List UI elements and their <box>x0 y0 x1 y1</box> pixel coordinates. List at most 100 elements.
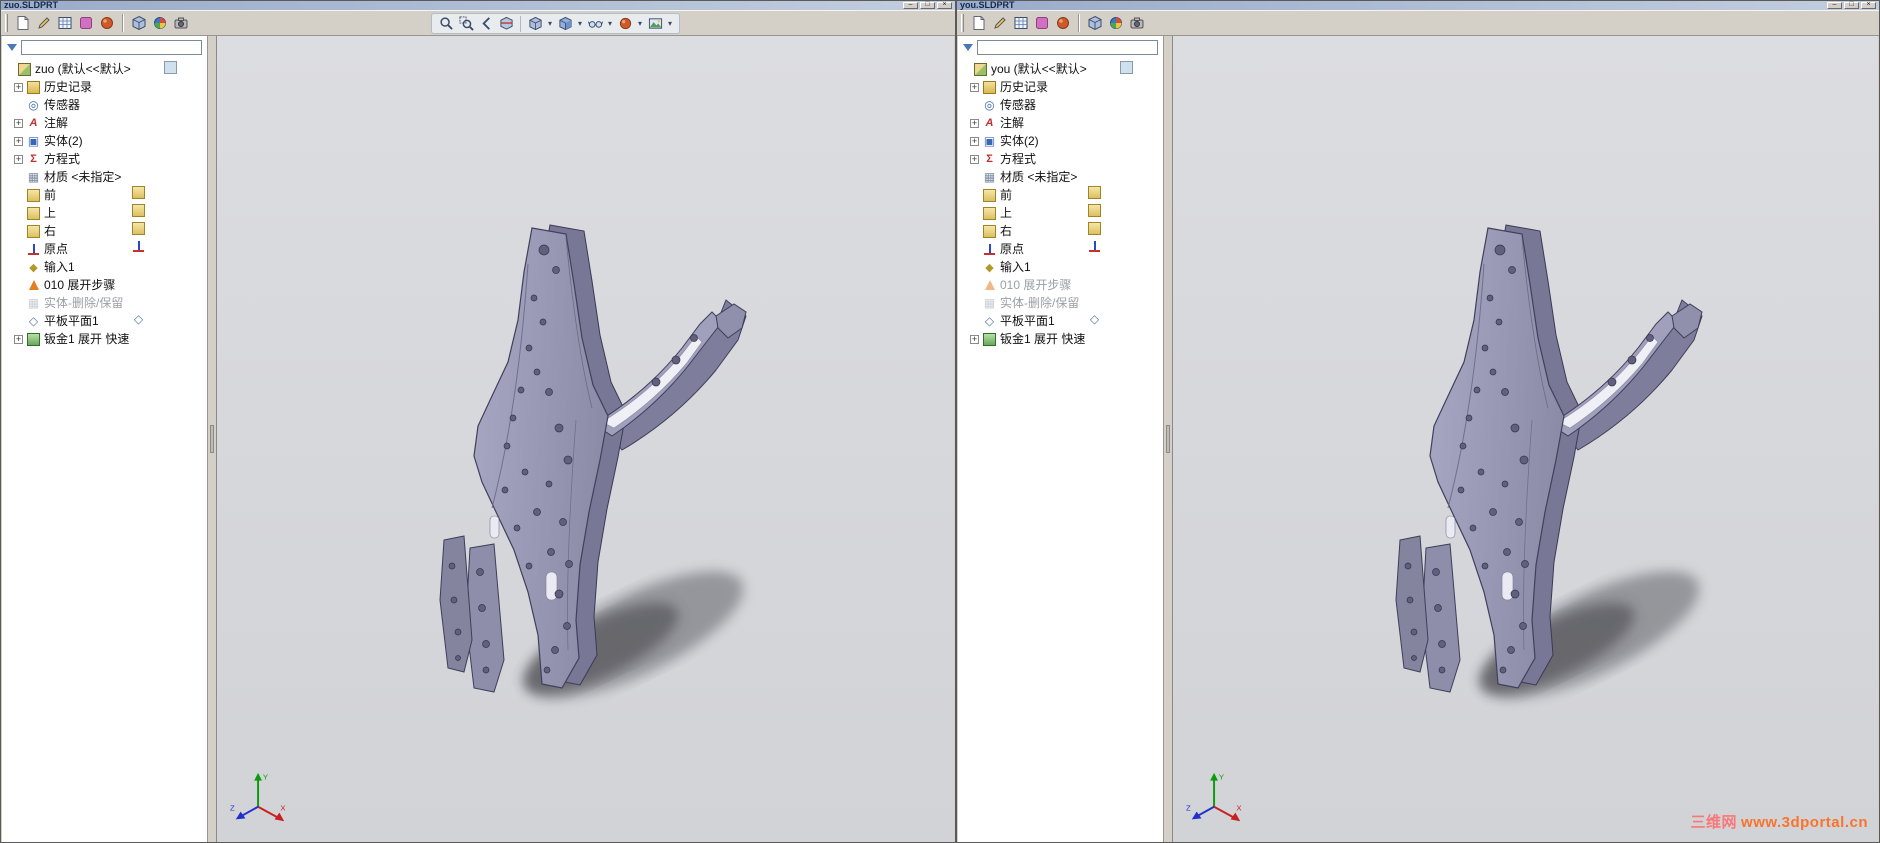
tree-item[interactable]: 右 <box>958 222 1163 240</box>
flyout-top-plane-icon[interactable] <box>132 204 145 217</box>
appearance-ball-icon[interactable] <box>97 13 117 33</box>
tree-item[interactable]: 010 展开步骤 <box>2 276 207 294</box>
expand-icon[interactable] <box>970 82 979 92</box>
tree-item[interactable]: 方程式 <box>2 150 207 168</box>
part-model[interactable] <box>415 220 757 720</box>
splitter-handle[interactable] <box>1166 425 1170 453</box>
display-pane-box[interactable] <box>164 61 177 74</box>
display-style-icon[interactable] <box>556 15 574 33</box>
tree-item[interactable]: 历史记录 <box>2 78 207 96</box>
tree-item[interactable]: 平板平面1 <box>2 312 207 330</box>
splitter-handle[interactable] <box>210 425 214 453</box>
graphics-viewport[interactable] <box>217 36 954 842</box>
tree-item[interactable]: 前 <box>958 186 1163 204</box>
panel-splitter[interactable] <box>208 36 217 842</box>
section-view-icon[interactable] <box>497 15 515 33</box>
tree-item[interactable]: 前 <box>2 186 207 204</box>
tree-item[interactable]: 输入1 <box>958 258 1163 276</box>
zoom-fit-icon[interactable] <box>437 15 455 33</box>
document-icon[interactable] <box>13 13 33 33</box>
expand-icon[interactable] <box>14 334 23 344</box>
tree-item[interactable]: 方程式 <box>958 150 1163 168</box>
edit-appearance-icon[interactable] <box>616 15 634 33</box>
flyout-front-plane-icon[interactable] <box>132 186 145 199</box>
tree-item[interactable]: 实体(2) <box>958 132 1163 150</box>
panel-splitter[interactable] <box>1164 36 1173 842</box>
appearance-ball-icon[interactable] <box>1053 13 1073 33</box>
toolbar-grip[interactable] <box>5 14 8 32</box>
tree-item[interactable]: 材质 <未指定> <box>2 168 207 186</box>
tree-item[interactable]: 材质 <未指定> <box>958 168 1163 186</box>
tree-item[interactable]: 实体-删除/保留 <box>958 294 1163 312</box>
toolbar-grip[interactable] <box>961 14 964 32</box>
filter-funnel-icon[interactable] <box>963 44 973 51</box>
zoom-area-icon[interactable] <box>457 15 475 33</box>
expand-icon[interactable] <box>970 154 979 164</box>
graphics-viewport[interactable]: 三维网 www.3dportal.cn <box>1173 36 1878 842</box>
view-cube-icon[interactable] <box>129 13 149 33</box>
tree-filter-input[interactable] <box>21 40 202 55</box>
flyout-flat-plane-icon[interactable] <box>1088 312 1101 325</box>
expand-icon[interactable] <box>14 154 23 164</box>
minimize-button[interactable] <box>903 2 918 9</box>
part-model[interactable] <box>1371 220 1713 720</box>
table-icon[interactable] <box>55 13 75 33</box>
edit-appearance-dropdown[interactable] <box>636 19 644 28</box>
tree-item[interactable]: 原点 <box>2 240 207 258</box>
tree-item[interactable]: 历史记录 <box>958 78 1163 96</box>
tree-item[interactable]: 传感器 <box>958 96 1163 114</box>
flyout-top-plane-icon[interactable] <box>1088 204 1101 217</box>
table-icon[interactable] <box>1011 13 1031 33</box>
hide-show-items-dropdown[interactable] <box>606 19 614 28</box>
apply-scene-icon[interactable] <box>646 15 664 33</box>
view-cube-icon[interactable] <box>1085 13 1105 33</box>
tree-item[interactable]: 钣金1 展开 快速 <box>958 330 1163 348</box>
camera-icon[interactable] <box>171 13 191 33</box>
close-button[interactable] <box>1861 2 1876 9</box>
view-orientation-dropdown[interactable] <box>546 19 554 28</box>
realview-globe-icon[interactable] <box>150 13 170 33</box>
expand-icon[interactable] <box>970 136 979 146</box>
document-icon[interactable] <box>969 13 989 33</box>
tree-item[interactable]: 原点 <box>958 240 1163 258</box>
dimxpert-icon[interactable] <box>76 13 96 33</box>
restore-button[interactable] <box>920 2 935 9</box>
minimize-button[interactable] <box>1827 2 1842 9</box>
expand-icon[interactable] <box>14 118 23 128</box>
tree-item[interactable]: 钣金1 展开 快速 <box>2 330 207 348</box>
sketch-icon[interactable] <box>990 13 1010 33</box>
close-button[interactable] <box>937 2 952 9</box>
restore-button[interactable] <box>1844 2 1859 9</box>
view-orientation-icon[interactable] <box>526 15 544 33</box>
flyout-origin-icon[interactable] <box>132 240 145 253</box>
flyout-origin-icon[interactable] <box>1088 240 1101 253</box>
tree-item[interactable]: 注解 <box>2 114 207 132</box>
display-pane-box[interactable] <box>1120 61 1133 74</box>
expand-icon[interactable] <box>970 334 979 344</box>
expand-icon[interactable] <box>14 136 23 146</box>
flyout-flat-plane-icon[interactable] <box>132 312 145 325</box>
tree-item[interactable]: 实体(2) <box>2 132 207 150</box>
display-style-dropdown[interactable] <box>576 19 584 28</box>
tree-item[interactable]: 上 <box>958 204 1163 222</box>
flyout-right-plane-icon[interactable] <box>132 222 145 235</box>
tree-item[interactable]: 上 <box>2 204 207 222</box>
hide-show-items-icon[interactable] <box>586 15 604 33</box>
filter-funnel-icon[interactable] <box>7 44 17 51</box>
expand-icon[interactable] <box>970 118 979 128</box>
flyout-right-plane-icon[interactable] <box>1088 222 1101 235</box>
tree-item[interactable]: 平板平面1 <box>958 312 1163 330</box>
tree-item[interactable]: 实体-删除/保留 <box>2 294 207 312</box>
tree-item[interactable]: 右 <box>2 222 207 240</box>
sketch-icon[interactable] <box>34 13 54 33</box>
tree-item[interactable]: 010 展开步骤 <box>958 276 1163 294</box>
apply-scene-dropdown[interactable] <box>666 19 674 28</box>
previous-view-icon[interactable] <box>477 15 495 33</box>
expand-icon[interactable] <box>14 82 23 92</box>
flyout-front-plane-icon[interactable] <box>1088 186 1101 199</box>
tree-item[interactable]: 传感器 <box>2 96 207 114</box>
dimxpert-icon[interactable] <box>1032 13 1052 33</box>
tree-item[interactable]: 输入1 <box>2 258 207 276</box>
realview-globe-icon[interactable] <box>1106 13 1126 33</box>
tree-item[interactable]: 注解 <box>958 114 1163 132</box>
